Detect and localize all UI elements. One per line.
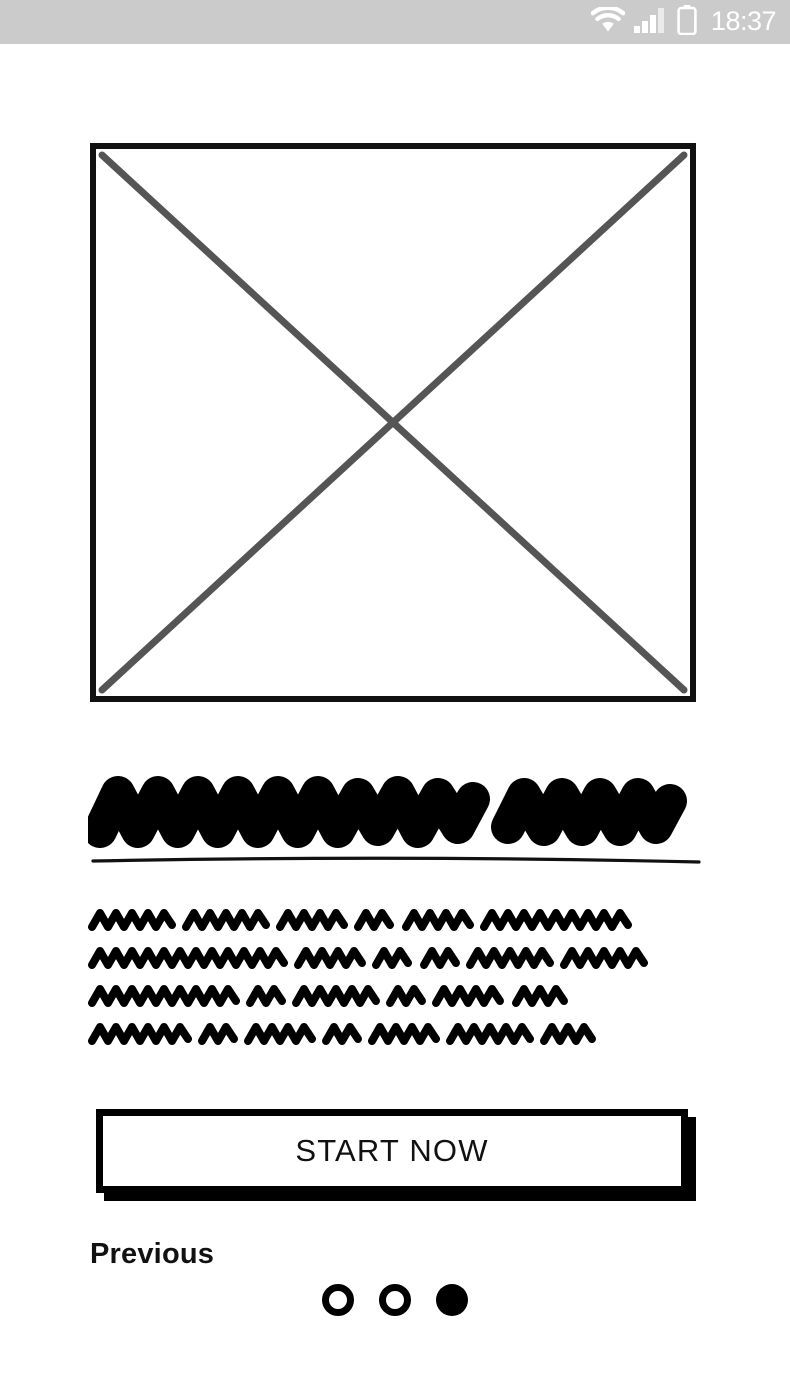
start-now-button-label: START NOW (295, 1132, 489, 1168)
start-now-button-wrapper: START NOW (96, 1109, 696, 1201)
pagination-dot-1[interactable] (322, 1284, 354, 1316)
status-bar-clock: 18:37 (710, 5, 777, 36)
cellular-signal-icon (633, 7, 668, 38)
image-placeholder (90, 143, 696, 702)
start-now-button[interactable]: START NOW (96, 1109, 688, 1193)
pagination-dot-3-active[interactable] (436, 1284, 468, 1316)
screen-content: START NOW Previous (0, 44, 790, 1385)
battery-icon (677, 4, 697, 40)
status-bar-icons: 18:37 (590, 4, 777, 40)
wifi-icon (590, 4, 626, 38)
pagination-dot-2[interactable] (379, 1284, 411, 1316)
title-scribble (88, 769, 704, 869)
status-bar: 18:37 (0, 0, 790, 44)
pagination-dots (0, 1284, 790, 1316)
previous-link[interactable]: Previous (90, 1240, 214, 1269)
body-scribble (88, 909, 688, 1069)
